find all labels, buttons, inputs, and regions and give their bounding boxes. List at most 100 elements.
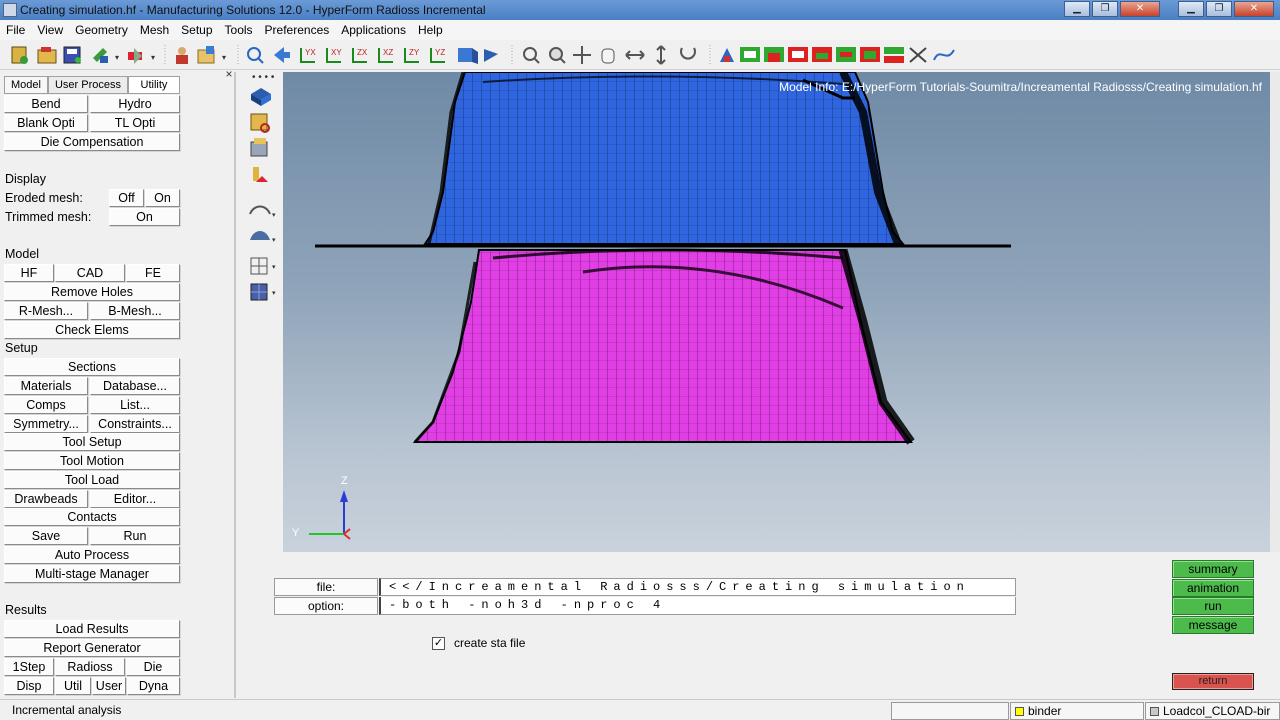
tool-load-button[interactable]: Tool Load: [4, 471, 180, 489]
constraints-button[interactable]: Constraints...: [90, 415, 180, 433]
b-mesh-button[interactable]: B-Mesh...: [90, 302, 180, 320]
export-icon[interactable]: [128, 48, 142, 64]
previous-view-icon[interactable]: [274, 47, 290, 63]
run-simulation-button[interactable]: run: [1172, 597, 1254, 615]
shaded-style-icon[interactable]: ▾: [250, 231, 276, 244]
tab-model[interactable]: Model: [4, 76, 48, 94]
pan-horizontal-icon[interactable]: [625, 50, 645, 60]
run-button[interactable]: Run: [90, 527, 180, 545]
menu-file[interactable]: File: [0, 20, 31, 40]
trimmed-on-button[interactable]: On: [109, 208, 180, 226]
drawbeads-button[interactable]: Drawbeads: [4, 490, 88, 508]
multi-stage-manager-button[interactable]: Multi-stage Manager: [4, 565, 180, 583]
one-step-button[interactable]: 1Step: [4, 658, 54, 676]
new-session-icon[interactable]: [11, 46, 28, 64]
view-dropdown-icon[interactable]: [484, 49, 498, 62]
cad-button[interactable]: CAD: [55, 264, 125, 282]
view-xz-bottom-icon[interactable]: XZ: [378, 48, 393, 63]
contacts-button[interactable]: Contacts: [4, 508, 180, 526]
comps-button[interactable]: Comps: [4, 396, 88, 414]
zoom-window-icon[interactable]: [523, 47, 540, 64]
file-field[interactable]: <</Increamental Radiosss/Creating simula…: [379, 578, 1016, 596]
import-icon[interactable]: [93, 48, 108, 63]
viewport-scrollbar[interactable]: [1270, 72, 1280, 552]
zoom-icon[interactable]: [247, 47, 264, 64]
display-punch-icon[interactable]: [788, 47, 808, 62]
close-icon[interactable]: ✕: [1120, 1, 1160, 17]
bend-button[interactable]: Bend: [4, 95, 88, 113]
load-results-button[interactable]: Load Results: [4, 620, 180, 638]
anchor-tool-icon[interactable]: [720, 48, 734, 62]
blank-opti-button[interactable]: Blank Opti: [4, 114, 88, 132]
radioss-button[interactable]: Radioss: [55, 658, 125, 676]
line-style-icon[interactable]: ▾: [249, 205, 276, 220]
r-mesh-button[interactable]: R-Mesh...: [4, 302, 88, 320]
summary-button[interactable]: summary: [1172, 560, 1254, 578]
open-file-icon[interactable]: [37, 47, 57, 64]
menu-preferences[interactable]: Preferences: [259, 20, 336, 40]
fe-button[interactable]: FE: [126, 264, 180, 282]
tool-motion-button[interactable]: Tool Motion: [4, 452, 180, 470]
view-xy-top-icon[interactable]: YX: [300, 48, 316, 63]
animation-button[interactable]: animation: [1172, 579, 1254, 597]
user-profile-icon[interactable]: [176, 47, 188, 64]
remove-holes-button[interactable]: Remove Holes: [4, 283, 180, 301]
mask-icon[interactable]: [251, 88, 271, 106]
menu-mesh[interactable]: Mesh: [134, 20, 175, 40]
dyna-button[interactable]: Dyna: [127, 677, 180, 695]
isometric-view-icon[interactable]: [458, 48, 478, 64]
tool-setup-button[interactable]: Tool Setup: [4, 433, 180, 451]
rotate-icon[interactable]: [573, 46, 591, 64]
return-button[interactable]: return: [1172, 673, 1254, 690]
eroded-on-button[interactable]: On: [145, 189, 180, 207]
display-all-icon[interactable]: [860, 47, 880, 62]
reorder-icon[interactable]: [253, 167, 268, 182]
restore-icon[interactable]: ❐: [1206, 1, 1232, 17]
editor-button[interactable]: Editor...: [90, 490, 180, 508]
disp-button[interactable]: Disp: [4, 677, 54, 695]
save-button[interactable]: Save: [4, 527, 88, 545]
cut-tool-icon[interactable]: [909, 47, 927, 63]
tab-utility[interactable]: Utility: [128, 76, 180, 94]
materials-button[interactable]: Materials: [4, 377, 88, 395]
list-button[interactable]: List...: [90, 396, 180, 414]
util-button[interactable]: Util: [55, 677, 91, 695]
pan-hand-icon[interactable]: [601, 48, 615, 64]
menu-tools[interactable]: Tools: [219, 20, 259, 40]
hydro-button[interactable]: Hydro: [90, 95, 180, 113]
curve-tool-icon[interactable]: [933, 49, 955, 61]
symmetry-button[interactable]: Symmetry...: [4, 415, 88, 433]
current-loadcol-field[interactable]: Loadcol_CLOAD-bir: [1145, 702, 1280, 720]
view-yz-right-icon[interactable]: YZ: [430, 48, 445, 63]
menu-help[interactable]: Help: [412, 20, 449, 40]
eroded-off-button[interactable]: Off: [109, 189, 144, 207]
component-icon[interactable]: [250, 138, 268, 157]
menu-view[interactable]: View: [31, 20, 69, 40]
message-button[interactable]: message: [1172, 616, 1254, 634]
close-icon[interactable]: ✕: [1234, 1, 1274, 17]
view-xz-top-icon[interactable]: ZX: [352, 48, 368, 63]
find-entity-icon[interactable]: [250, 113, 270, 133]
restore-icon[interactable]: ❐: [1092, 1, 1118, 17]
user-button[interactable]: User: [92, 677, 126, 695]
view-xy-bottom-icon[interactable]: XY: [326, 48, 342, 63]
hf-button[interactable]: HF: [4, 264, 54, 282]
zoom-fit-icon[interactable]: [549, 47, 566, 64]
current-component-field[interactable]: binder: [1010, 702, 1144, 720]
wireframe-cube-icon[interactable]: ▾: [250, 257, 276, 275]
display-binder-icon[interactable]: [740, 47, 760, 62]
tab-user-process[interactable]: User Process: [48, 76, 128, 94]
die-button[interactable]: Die: [126, 658, 180, 676]
minimize-icon[interactable]: ▁: [1178, 1, 1204, 17]
spin-icon[interactable]: [680, 47, 696, 60]
sections-button[interactable]: Sections: [4, 358, 180, 376]
minimize-icon[interactable]: ▁: [1064, 1, 1090, 17]
create-sta-checkbox[interactable]: ✓: [432, 637, 445, 650]
menu-geometry[interactable]: Geometry: [69, 20, 134, 40]
die-compensation-button[interactable]: Die Compensation: [4, 133, 180, 151]
folder-options-icon[interactable]: [197, 46, 215, 64]
check-elems-button[interactable]: Check Elems: [4, 321, 180, 339]
shaded-cube-icon[interactable]: ▾: [250, 283, 276, 301]
database-button[interactable]: Database...: [90, 377, 180, 395]
auto-process-button[interactable]: Auto Process: [4, 546, 180, 564]
